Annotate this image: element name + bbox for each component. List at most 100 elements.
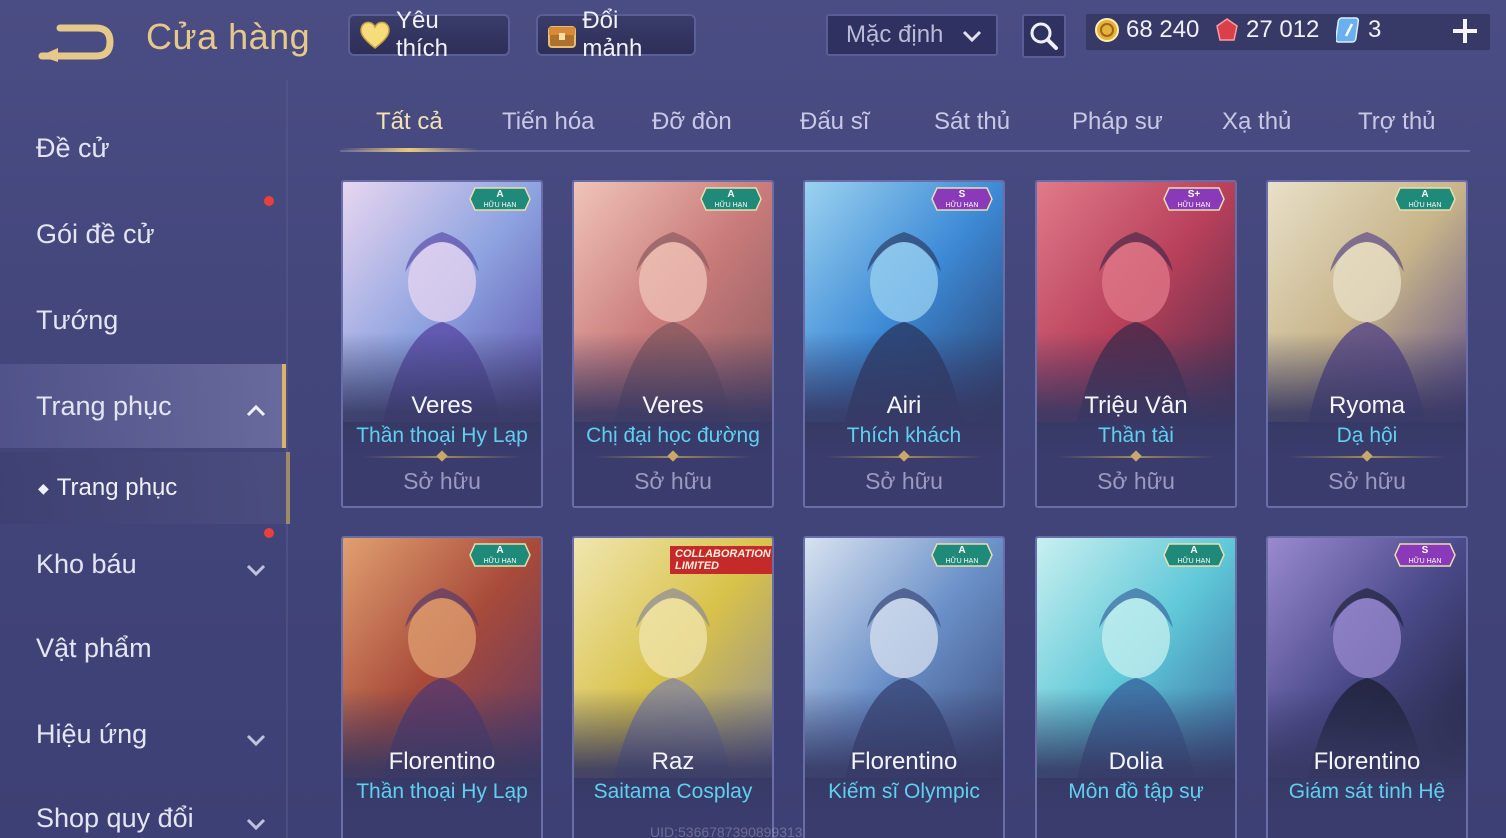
top-bar: Cửa hàng Yêu thích Đổi mảnh Mặc định 68 …	[0, 0, 1506, 80]
tab-evolution[interactable]: Tiến hóa	[502, 108, 595, 136]
gold-currency: 68 240	[1094, 16, 1199, 44]
skin-card[interactable]: A HỮU HẠN Florentino Kiếm sĩ Olympic	[803, 536, 1005, 838]
owned-status: Sở hữu	[1328, 468, 1406, 494]
sidebar-subitem-skins[interactable]: ◆ Trang phục	[0, 452, 290, 524]
skin-card[interactable]: A HỮU HẠN Veres Chị đại học đường Sở hữu	[572, 180, 774, 508]
sidebar-subitem-label: Trang phục	[56, 474, 178, 501]
skin-card[interactable]: S HỮU HẠN Florentino Giám sát tinh Hệ	[1266, 536, 1468, 838]
owned-status: Sở hữu	[403, 468, 481, 494]
tier-letter: A	[496, 545, 503, 556]
sidebar-item-label: Tướng	[36, 304, 119, 335]
tab-all[interactable]: Tất cả	[376, 108, 443, 136]
plus-icon	[1453, 19, 1477, 43]
voucher-currency: 3	[1336, 16, 1381, 44]
chevron-down-icon	[960, 24, 984, 55]
tab-assassin[interactable]: Sát thủ	[934, 108, 1010, 136]
sidebar-item-label: Trang phục	[36, 390, 172, 421]
owned-status: Sở hữu	[634, 468, 712, 494]
chevron-up-icon	[244, 396, 268, 427]
favorite-button[interactable]: Yêu thích	[348, 7, 510, 62]
tab-fighter[interactable]: Đấu sĩ	[800, 108, 869, 136]
tier-badge: A HỮU HẠN	[1394, 184, 1456, 214]
skin-card[interactable]: A HỮU HẠN Dolia Môn đồ tập sự	[1035, 536, 1237, 838]
notification-dot	[264, 528, 274, 538]
tier-subtext: HỮU HẠN	[715, 200, 748, 209]
skin-name: Thần thoại Hy Lạp	[356, 424, 528, 447]
tier-badge: S+ HỮU HẠN	[1163, 184, 1225, 214]
owned-status: Sở hữu	[865, 468, 943, 494]
skin-card[interactable]: A HỮU HẠN Ryoma Dạ hội Sở hữu	[1266, 180, 1468, 508]
sidebar: Đề cử Gói đề cử Tướng Trang phục ◆ Trang…	[0, 100, 290, 838]
tier-subtext: HỮU HẠN	[946, 556, 979, 565]
chest-icon	[546, 18, 578, 52]
sidebar-item-skins[interactable]: Trang phục	[0, 364, 286, 448]
exchange-shards-button[interactable]: Đổi mảnh	[536, 7, 696, 62]
tier-badge: A HỮU HẠN	[931, 540, 993, 570]
chevron-down-icon	[244, 810, 268, 838]
sidebar-item-effects[interactable]: Hiệu ứng	[0, 694, 286, 774]
gem-amount: 27 012	[1246, 16, 1320, 43]
uid-watermark: UID:5366787390899313	[650, 824, 803, 838]
hero-name: Dolia	[1108, 748, 1164, 775]
skin-card[interactable]: COLLABORATION LIMITED Raz Saitama Cospla…	[572, 536, 774, 838]
tier-letter: A	[958, 545, 965, 556]
sidebar-item-heroes[interactable]: Tướng	[0, 280, 286, 360]
tab-tank[interactable]: Đỡ đòn	[652, 108, 732, 136]
diamond-bullet-icon: ◆	[38, 479, 49, 496]
gold-amount: 68 240	[1126, 16, 1200, 43]
notification-dot	[264, 196, 274, 206]
back-button[interactable]	[36, 18, 116, 62]
tab-mage[interactable]: Pháp sư	[1072, 108, 1163, 136]
tier-letter: S	[959, 189, 966, 200]
collab-badge: COLLABORATION LIMITED	[670, 546, 772, 574]
sidebar-item-items[interactable]: Vật phẩm	[0, 608, 286, 688]
skin-card[interactable]: S HỮU HẠN Airi Thích khách Sở hữu	[803, 180, 1005, 508]
tier-badge: A HỮU HẠN	[1163, 540, 1225, 570]
search-button[interactable]	[1022, 14, 1066, 58]
favorite-label: Yêu thích	[396, 7, 449, 62]
tier-badge: A HỮU HẠN	[700, 184, 762, 214]
sidebar-item-recommended[interactable]: Đề cử	[0, 108, 286, 188]
skin-name: Kiếm sĩ Olympic	[828, 780, 980, 803]
skin-card[interactable]: A HỮU HẠN Florentino Thần thoại Hy Lạp	[341, 536, 543, 838]
tier-badge: S HỮU HẠN	[1394, 540, 1456, 570]
tier-subtext: HỮU HẠN	[484, 556, 517, 565]
skin-card[interactable]: A HỮU HẠN Veres Thần thoại Hy Lạp Sở hữu	[341, 180, 543, 508]
skin-card[interactable]: S+ HỮU HẠN Triệu Vân Thần tài Sở hữu	[1035, 180, 1237, 508]
tier-badge: A HỮU HẠN	[469, 540, 531, 570]
skin-name: Saitama Cosplay	[593, 780, 753, 803]
tier-letter: S+	[1188, 189, 1201, 200]
sidebar-item-exchange-shop[interactable]: Shop quy đổi	[0, 778, 286, 838]
add-currency-button[interactable]	[1450, 16, 1480, 46]
back-arrow-icon	[38, 24, 114, 62]
chevron-down-icon	[244, 556, 268, 587]
sidebar-item-label: Hiệu ứng	[36, 718, 148, 749]
skin-name: Thần tài	[1098, 424, 1174, 447]
active-tab-indicator	[340, 148, 478, 152]
tier-subtext: HỮU HẠN	[1409, 200, 1442, 209]
tier-letter: A	[496, 189, 503, 200]
tier-letter: A	[727, 189, 734, 200]
tab-marksman[interactable]: Xạ thủ	[1222, 108, 1291, 136]
sidebar-item-label: Vật phẩm	[36, 632, 152, 663]
tier-subtext: HỮU HẠN	[1178, 200, 1211, 209]
sidebar-item-label: Gói đề cử	[36, 218, 155, 249]
heart-icon	[358, 18, 392, 52]
chevron-down-icon	[244, 726, 268, 757]
sort-value: Mặc định	[846, 21, 944, 48]
hero-name: Airi	[886, 392, 922, 419]
tier-subtext: HỮU HẠN	[946, 200, 979, 209]
tier-letter: S	[1422, 545, 1429, 556]
sort-dropdown[interactable]: Mặc định	[826, 14, 998, 56]
hero-name: Florentino	[1313, 748, 1421, 775]
tier-badge: S HỮU HẠN	[931, 184, 993, 214]
sidebar-item-treasure[interactable]: Kho báu	[0, 524, 286, 604]
hero-name: Veres	[411, 392, 473, 419]
tier-letter: A	[1421, 189, 1428, 200]
voucher-icon	[1336, 17, 1360, 43]
skin-name: Dạ hội	[1336, 424, 1398, 447]
tab-support[interactable]: Trợ thủ	[1358, 108, 1436, 136]
skin-name: Thần thoại Hy Lạp	[356, 780, 528, 803]
sidebar-item-recommended-packs[interactable]: Gói đề cử	[0, 194, 286, 274]
voucher-amount: 3	[1368, 16, 1382, 43]
